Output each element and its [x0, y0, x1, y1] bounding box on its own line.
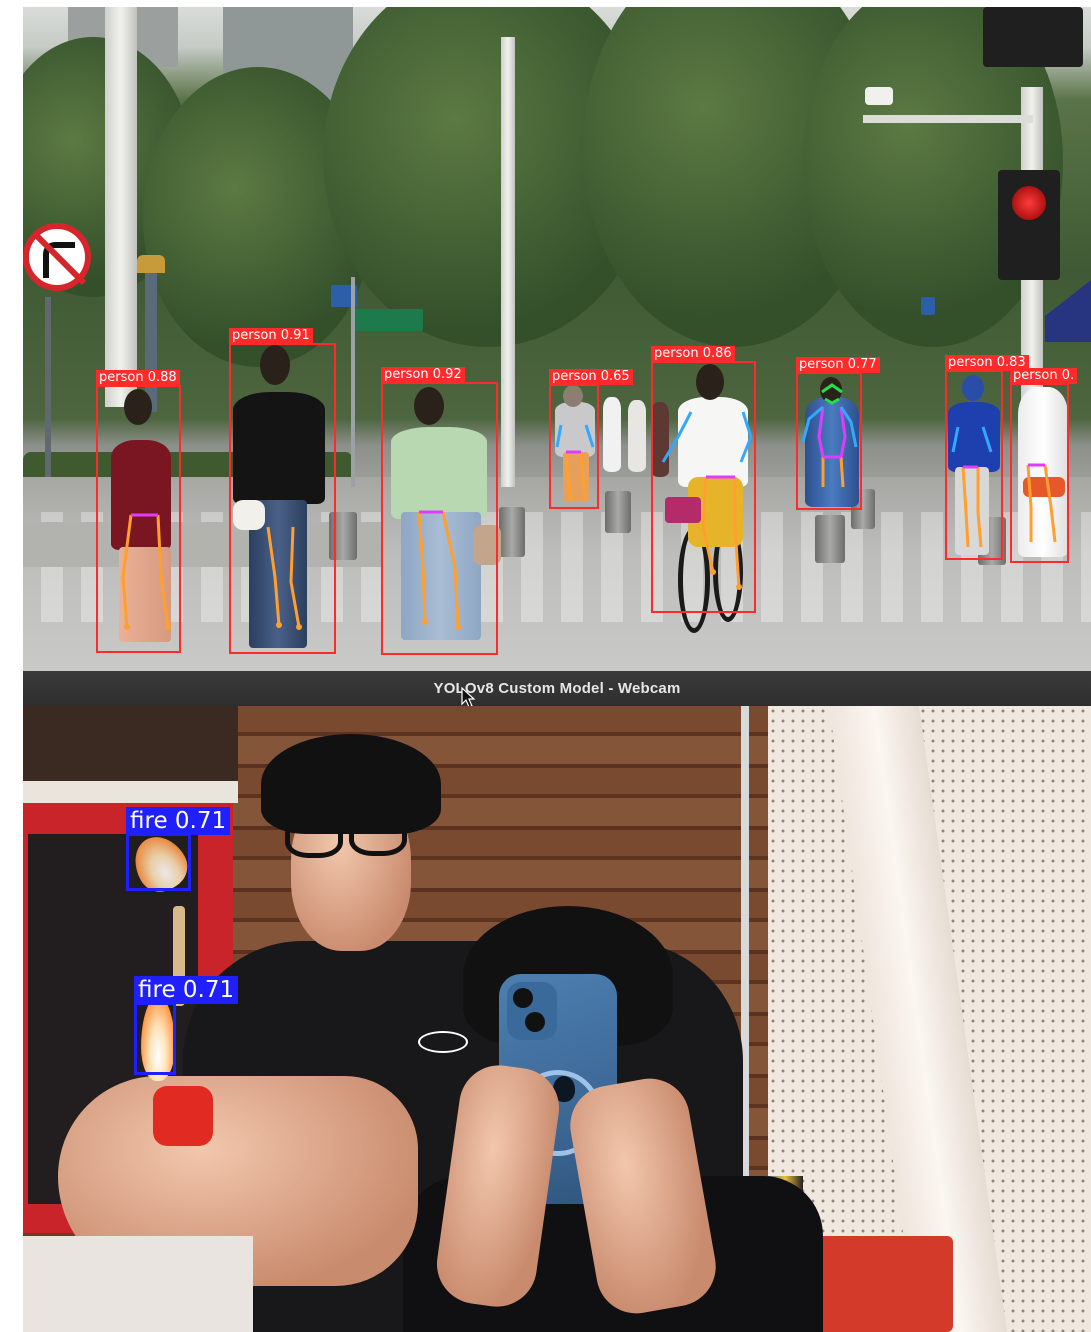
person-detection-box: person 0.86	[651, 346, 756, 613]
white-shelf	[23, 781, 238, 803]
window-title: YOLOv8 Custom Model - Webcam	[433, 680, 681, 697]
detection-label: person 0.65	[549, 369, 633, 385]
person-detection-box: person 0.91	[229, 328, 336, 654]
detection-label: person 0.77	[796, 357, 880, 373]
detection-label: person 0.92	[381, 367, 465, 383]
person-detection-box: person 0.92	[381, 367, 498, 655]
person-detection-box: person 0.83	[945, 355, 1029, 560]
person-detection-box: person 0.88	[96, 370, 181, 653]
person-detection-box: person 0.65	[549, 369, 633, 509]
sleeve	[23, 1236, 253, 1332]
detection-label: fire 0.71	[134, 976, 239, 1004]
street-detection-image: person 0.88 person 0.91 person 0.92 pers…	[23, 7, 1091, 671]
person-detection-box: person 0.77	[796, 357, 880, 510]
person-detection-box: person 0.	[1010, 368, 1078, 563]
wall-top	[23, 706, 238, 786]
detection-label: person 0.	[1010, 368, 1078, 384]
detection-label: fire 0.71	[126, 807, 231, 835]
detection-label: person 0.91	[229, 328, 313, 344]
pose-skeleton-overlay	[121, 383, 1057, 630]
shirt-logo	[418, 1031, 468, 1053]
glasses-right	[349, 816, 407, 856]
window-title-bar[interactable]: YOLOv8 Custom Model - Webcam	[23, 671, 1091, 708]
hair	[261, 734, 441, 834]
webcam-feed: fire 0.71 fire 0.71	[23, 706, 1091, 1332]
detection-label: person 0.86	[651, 346, 735, 362]
fire-detection-box: fire 0.71	[126, 807, 231, 891]
glasses-left	[285, 818, 343, 858]
red-lighter	[153, 1086, 213, 1146]
detection-label: person 0.88	[96, 370, 180, 386]
fire-detection-box: fire 0.71	[134, 976, 239, 1075]
